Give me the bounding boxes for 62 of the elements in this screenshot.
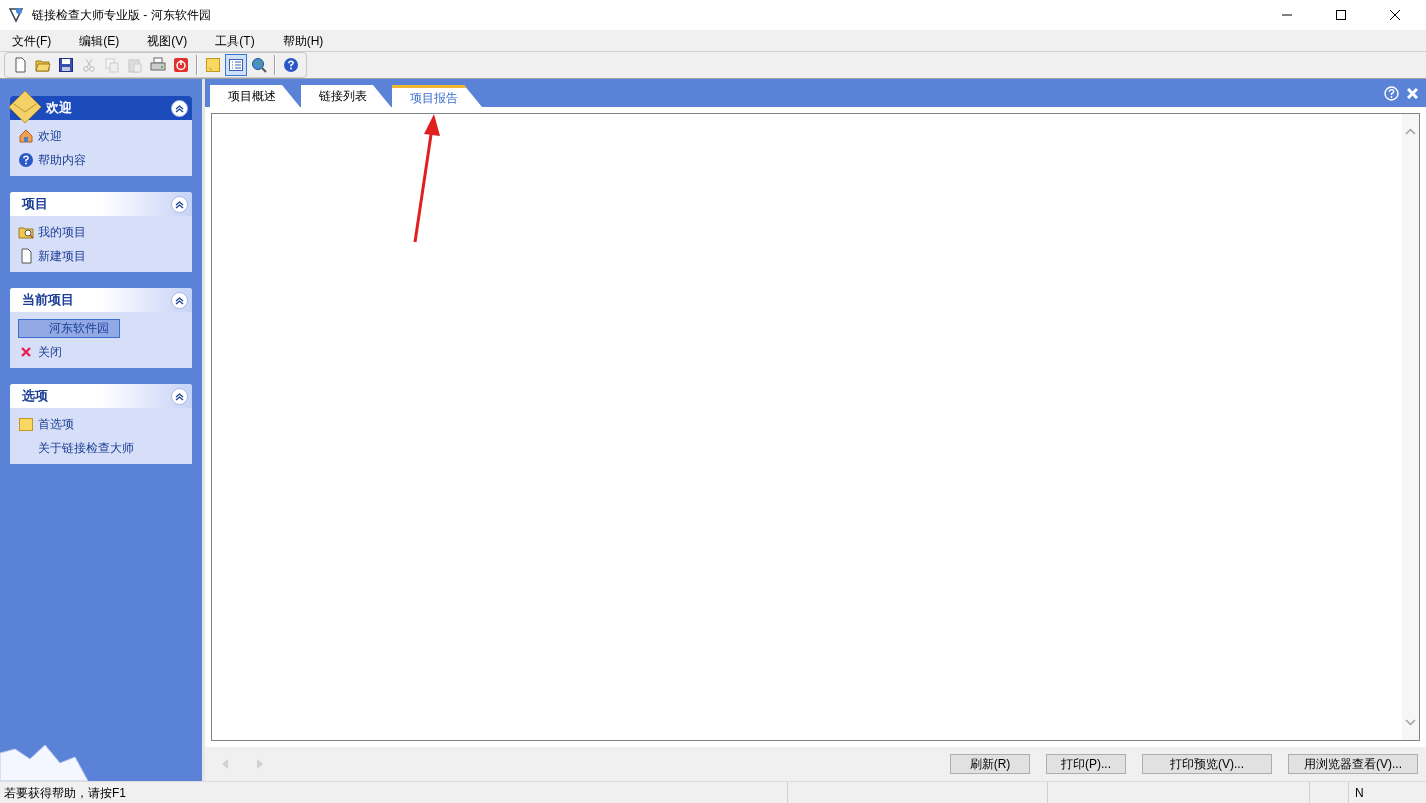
tab[interactable]: 项目报告: [392, 85, 482, 107]
tab[interactable]: 项目概述: [210, 85, 300, 107]
status-indicator: N: [1348, 782, 1426, 803]
window-title: 链接检查大师专业版 - 河东软件园: [32, 7, 211, 24]
close-icon: [1390, 10, 1400, 20]
menu-item[interactable]: 编辑(E): [71, 30, 128, 51]
action-button[interactable]: 用浏览器查看(V)...: [1288, 754, 1418, 774]
menu-item[interactable]: 文件(F): [4, 30, 60, 51]
scissors-icon: [81, 57, 97, 73]
copy-icon: [104, 57, 120, 73]
help-icon[interactable]: [1384, 85, 1399, 101]
collapse-button[interactable]: [171, 195, 188, 213]
globe-search-icon: [251, 57, 267, 73]
sidebar-link[interactable]: 首选项: [37, 415, 75, 433]
new-file-icon: [12, 57, 28, 73]
clipboard-icon: [127, 57, 143, 73]
collapse-button[interactable]: [171, 291, 188, 309]
panel-title: 选项: [22, 387, 48, 406]
sidebar-link[interactable]: 关闭: [37, 343, 63, 361]
folder-search-icon: [18, 224, 34, 240]
menu-item[interactable]: 帮助(H): [274, 30, 332, 51]
panel-title: 欢迎: [46, 99, 72, 118]
menu-item[interactable]: 工具(T): [207, 30, 263, 51]
power-icon: [173, 57, 189, 73]
status-text: 若要获得帮助，请按F1: [3, 784, 127, 802]
help-icon: [18, 152, 34, 168]
note-icon: [18, 416, 34, 432]
chevrons-up-icon: [175, 199, 184, 209]
scrollbar[interactable]: [1402, 114, 1419, 740]
sidebar-link[interactable]: 欢迎: [37, 127, 63, 145]
scroll-up-icon[interactable]: [1405, 128, 1416, 135]
panel-title: 项目: [22, 195, 48, 214]
maximize-icon: [1336, 10, 1346, 20]
sidebar-link[interactable]: 我的项目: [37, 223, 87, 241]
list-button[interactable]: [225, 54, 247, 76]
sidebar-link[interactable]: 关于链接检查大师: [37, 439, 135, 457]
close-icon[interactable]: [1407, 87, 1418, 99]
note-icon: [205, 57, 221, 73]
folder-icon: [35, 57, 51, 73]
action-button[interactable]: 打印(P)...: [1046, 754, 1126, 774]
save-icon: [58, 57, 74, 73]
chevrons-up-icon: [175, 295, 184, 305]
page-icon: [18, 248, 34, 264]
menu-item[interactable]: 视图(V): [139, 30, 196, 51]
chevrons-up-icon: [175, 391, 184, 401]
sidebar-link[interactable]: 新建项目: [37, 247, 87, 265]
collapse-button[interactable]: [171, 99, 188, 117]
help-icon: [283, 57, 299, 73]
sidebar-link[interactable]: 帮助内容: [37, 151, 87, 169]
sidebar-link[interactable]: 河东软件园: [18, 318, 120, 338]
scroll-down-icon[interactable]: [1405, 719, 1416, 726]
list-icon: [228, 57, 244, 73]
envelope-icon: [8, 90, 42, 124]
chevrons-up-icon: [175, 103, 184, 113]
tab[interactable]: 链接列表: [301, 85, 391, 107]
house-icon: [18, 128, 34, 144]
collapse-button[interactable]: [171, 387, 188, 405]
action-button[interactable]: 打印预览(V)...: [1142, 754, 1272, 774]
app-icon: [8, 7, 24, 23]
action-button[interactable]: 刷新(R): [950, 754, 1030, 774]
printer-icon: [150, 57, 166, 73]
panel-title: 当前项目: [22, 291, 74, 310]
